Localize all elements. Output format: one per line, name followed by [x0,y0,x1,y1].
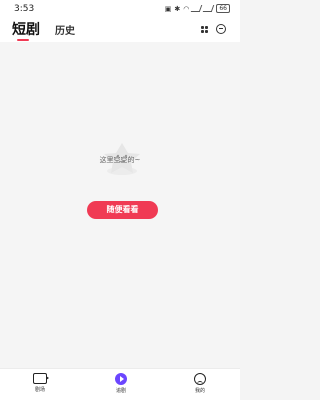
signal-icon-2 [203,5,215,12]
profile-icon [194,373,206,385]
active-tab-indicator [17,39,29,41]
notification-icon: ▣ [164,4,172,13]
grid-icon[interactable] [201,26,208,33]
battery-label: 66 [219,5,227,12]
status-time: 3:53 [14,4,35,14]
video-icon [33,373,49,384]
nav-label-mine: 我的 [194,388,205,394]
nav-item-watching[interactable]: 追剧 [106,373,136,394]
browse-button[interactable]: 随便看看 [87,201,158,219]
wifi-icon: ◠ [183,4,190,13]
nav-label-watching: 追剧 [115,388,126,394]
status-bar: 3:53 ▣ ✱ ◠ 66 [0,0,240,18]
play-circle-icon [115,373,127,385]
bluetooth-icon: ✱ [174,4,181,13]
bottom-navigation: 剧场 追剧 我的 [0,368,240,400]
tab-history[interactable]: 历史 [55,22,75,37]
tab-shortplay[interactable]: 短剧 [12,19,40,39]
status-icons: ▣ ✱ ◠ 66 [165,4,230,13]
screen: 3:53 ▣ ✱ ◠ 66 短剧 历史 这里空空的~ 随便看看 剧场 追剧 我的 [0,0,240,400]
top-tabs: 短剧 历史 [0,18,240,42]
signal-icon-1 [191,5,203,12]
nav-label-theater: 剧场 [34,387,45,393]
nav-item-theater[interactable]: 剧场 [25,373,55,393]
empty-state-text: 这里空空的~ [99,156,141,164]
nav-item-mine[interactable]: 我的 [185,373,215,394]
circle-menu-icon[interactable] [216,24,226,34]
battery-icon: 66 [216,4,230,13]
